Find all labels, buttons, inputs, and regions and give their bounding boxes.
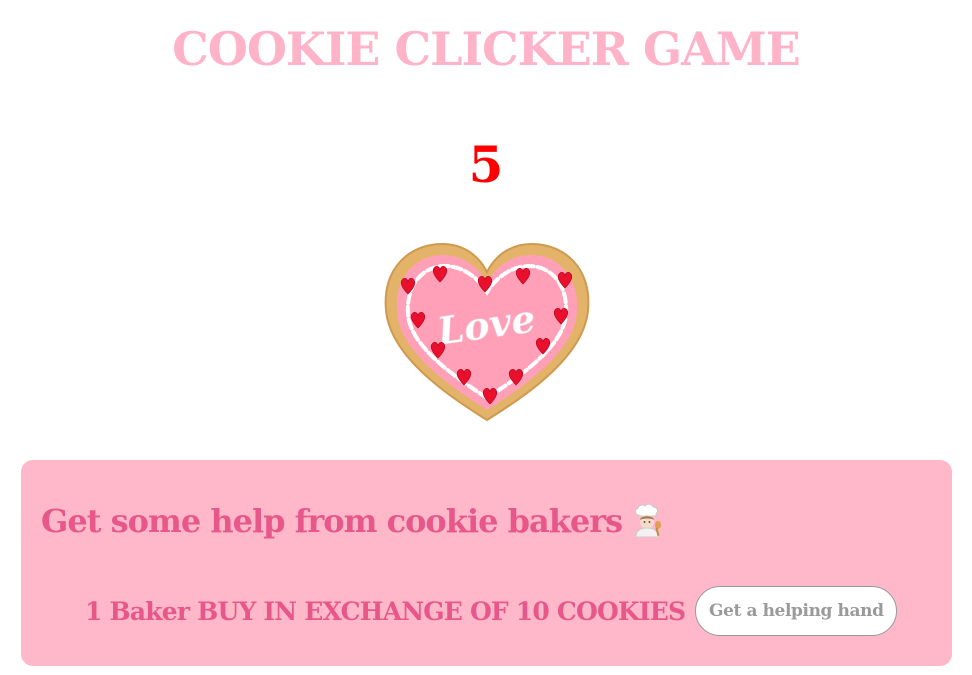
bakers-shop-panel: Get some help from cookie bakers 1 Baker…: [21, 460, 952, 666]
cookie-counter: 5: [468, 135, 504, 194]
chef-icon: [630, 503, 664, 545]
page-title: COOKIE CLICKER GAME: [172, 22, 801, 76]
baker-offer-text: 1 Baker BUY IN EXCHANGE OF 10 COOKIES: [85, 596, 686, 626]
shop-heading-text: Get some help from cookie bakers: [41, 502, 623, 540]
get-helping-hand-button[interactable]: Get a helping hand: [695, 586, 898, 636]
baker-offer-row: 1 Baker BUY IN EXCHANGE OF 10 COOKIES Ge…: [85, 586, 898, 636]
cookie-click-button[interactable]: Love: [380, 238, 594, 428]
heart-cookie-icon: Love: [384, 242, 590, 422]
shop-heading: Get some help from cookie bakers: [41, 502, 664, 545]
